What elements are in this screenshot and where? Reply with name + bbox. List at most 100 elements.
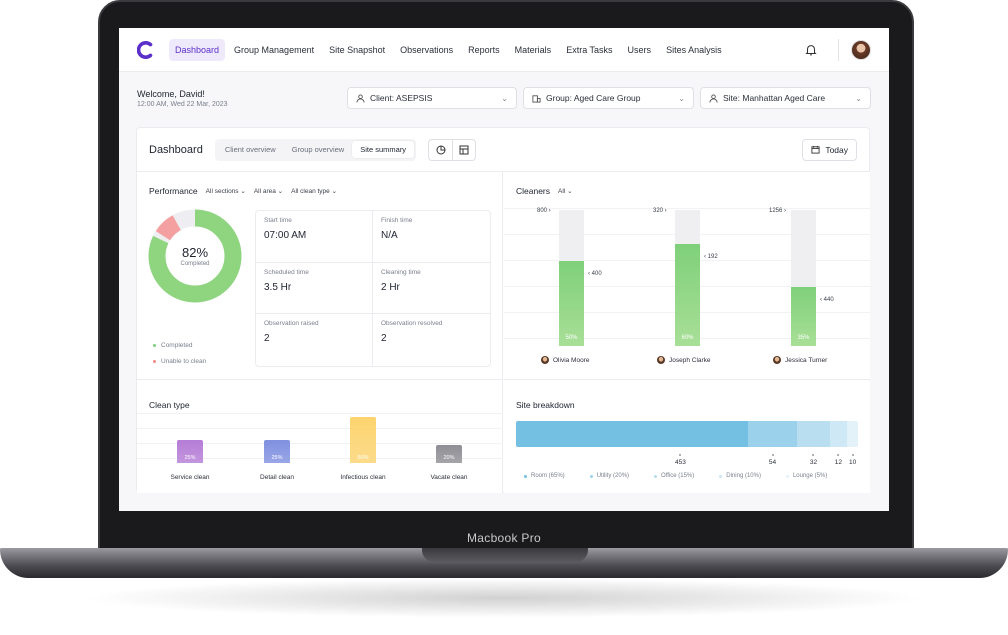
performance-panel: Performance All sections ⌄ All area ⌄ Al…: [137, 172, 503, 380]
clean-type-label: Infectious clean: [340, 474, 386, 481]
table-icon: [459, 145, 469, 154]
cleaner-value-label: ‹ 400: [588, 271, 602, 277]
site-breakdown-value: 10: [838, 454, 868, 466]
cleaners-title: Cleaners: [516, 186, 551, 196]
site-breakdown-value: 453: [665, 454, 695, 466]
cleaner-name[interactable]: Jessica Turner: [773, 356, 827, 364]
area-dropdown[interactable]: All area ⌄: [254, 187, 283, 195]
site-breakdown-segment[interactable]: [797, 421, 830, 447]
group-filter-select[interactable]: Group: Aged Care Group ⌄: [523, 87, 694, 109]
legend-item: Utility (20%): [589, 473, 629, 479]
user-icon: [356, 93, 365, 103]
stat-observation-raised: Observation raised 2: [256, 314, 373, 366]
table-view-button[interactable]: [452, 139, 475, 160]
legend-item: Room (65%): [524, 473, 565, 479]
tab-site-summary[interactable]: Site summary: [352, 141, 415, 158]
device-label: Macbook Pro: [467, 531, 541, 545]
clean-type-bar[interactable]: 25%: [264, 440, 290, 463]
site-breakdown-bar: [516, 421, 858, 447]
nav-item-observations[interactable]: Observations: [394, 39, 459, 61]
clean-type-bar[interactable]: 50%: [350, 417, 376, 463]
date-picker-button[interactable]: Today: [802, 138, 857, 161]
cleaner-bar[interactable]: [675, 244, 700, 346]
nav-item-users[interactable]: Users: [622, 39, 658, 61]
site-breakdown-title: Site breakdown: [516, 400, 575, 410]
nav-item-group-management[interactable]: Group Management: [228, 39, 320, 61]
cleaner-pct-label: 60%: [681, 335, 694, 341]
dashboard-title: Dashboard: [149, 143, 203, 156]
nav-item-dashboard[interactable]: Dashboard: [169, 38, 226, 61]
cleaner-value-label: ‹ 192: [704, 254, 718, 260]
site-breakdown-panel: Site breakdown Room (65%) Utility (20%) Of…: [504, 381, 870, 493]
clean-type-pct: 25%: [271, 455, 283, 461]
site-breakdown-segment[interactable]: [747, 421, 798, 447]
stat-start-time: Start time 07:00 AM: [256, 211, 373, 263]
chevron-down-icon: ⌄: [678, 93, 685, 103]
cleaners-panel: Cleaners All ⌄ 50% 800 › ‹ 400 60% 320 › ‹ 19…: [504, 172, 870, 380]
site-filter-label: Site: Manhattan Aged Care: [723, 93, 826, 103]
site-breakdown-segment[interactable]: [516, 421, 748, 447]
completion-donut: 82% Completed: [147, 208, 243, 304]
site-filter-select[interactable]: Site: Manhattan Aged Care ⌄: [700, 87, 871, 109]
nav-item-site-snapshot[interactable]: Site Snapshot: [323, 39, 391, 61]
performance-title: Performance: [149, 186, 198, 196]
chart-view-button[interactable]: [429, 140, 452, 160]
cleaner-pct-label: 50%: [565, 335, 578, 341]
cleaner-max-label: 320 ›: [653, 208, 667, 214]
clean-type-pct: 25%: [184, 455, 196, 461]
clean-type-title: Clean type: [149, 400, 190, 410]
stat-cleaning-time: Cleaning time 2 Hr: [373, 263, 490, 315]
legend-completed: Completed: [153, 342, 192, 349]
cleaner-avatar: [773, 356, 781, 364]
legend-item: Office (15%): [654, 473, 694, 479]
laptop-shadow: [80, 578, 928, 618]
clean-type-bar[interactable]: 20%: [436, 444, 462, 463]
site-breakdown-value: 54: [758, 454, 788, 466]
nav-item-reports[interactable]: Reports: [462, 39, 506, 61]
laptop-notch: [422, 548, 588, 562]
site-breakdown-legend: Room (65%) Utility (20%) Office (15%) Dinin…: [524, 473, 852, 479]
subheader: Welcome, David! 12:00 AM, Wed 22 Mar, 20…: [119, 72, 889, 124]
bell-icon[interactable]: [804, 43, 818, 57]
clean-type-chart: 25% 25% 50% 20%: [137, 411, 503, 471]
cleaner-pct-label: 35%: [797, 335, 810, 341]
welcome-text: Welcome, David!: [137, 88, 205, 99]
clean-type-pct: 20%: [443, 454, 455, 461]
clean-type-bar[interactable]: 25%: [177, 440, 203, 463]
calendar-icon: [811, 145, 820, 154]
cleaner-avatar: [657, 356, 665, 364]
brand-logo-icon[interactable]: [137, 40, 155, 59]
nav-item-sites-analysis[interactable]: Sites Analysis: [660, 39, 728, 61]
user-avatar[interactable]: [851, 39, 871, 60]
cleaner-bar[interactable]: [559, 261, 584, 346]
cleaner-name[interactable]: Joseph Clarke: [657, 356, 711, 364]
nav-item-materials[interactable]: Materials: [509, 39, 558, 61]
nav-item-extra-tasks[interactable]: Extra Tasks: [560, 39, 618, 61]
site-breakdown-segment[interactable]: [847, 421, 858, 447]
sections-dropdown[interactable]: All sections ⌄: [206, 187, 246, 195]
group-filter-label: Group: Aged Care Group: [546, 93, 641, 103]
clean-type-label: Vacate clean: [430, 474, 468, 481]
cleaner-max-label: 1256 ›: [769, 208, 787, 214]
users-icon: [709, 93, 718, 103]
clean-type-dropdown[interactable]: All clean type ⌄: [291, 187, 337, 195]
legend-unable: Unable to clean: [153, 358, 206, 365]
pie-chart-icon: [436, 145, 446, 154]
cleaner-name[interactable]: Olivia Moore: [541, 356, 589, 364]
cleaner-max-label: 800 ›: [537, 208, 551, 214]
chevron-down-icon: ⌄: [855, 93, 862, 103]
clean-type-pct: 50%: [357, 455, 369, 461]
cleaners-filter-dropdown[interactable]: All ⌄: [558, 187, 573, 195]
view-tabs: Client overview Group overview Site summ…: [214, 138, 417, 161]
cleaner-value-label: ‹ 440: [820, 296, 834, 303]
tab-group-overview[interactable]: Group overview: [284, 141, 353, 158]
client-filter-select[interactable]: Client: ASEPSIS ⌄: [347, 87, 517, 109]
gridline: [137, 413, 503, 414]
today-label: Today: [825, 144, 848, 155]
stat-finish-time: Finish time N/A: [373, 211, 490, 263]
cleaner-avatar: [541, 356, 549, 364]
tab-client-overview[interactable]: Client overview: [217, 141, 284, 158]
site-breakdown-segment[interactable]: [829, 421, 848, 447]
gridline: [504, 208, 870, 209]
datetime-text: 12:00 AM, Wed 22 Mar, 2023: [137, 100, 228, 108]
